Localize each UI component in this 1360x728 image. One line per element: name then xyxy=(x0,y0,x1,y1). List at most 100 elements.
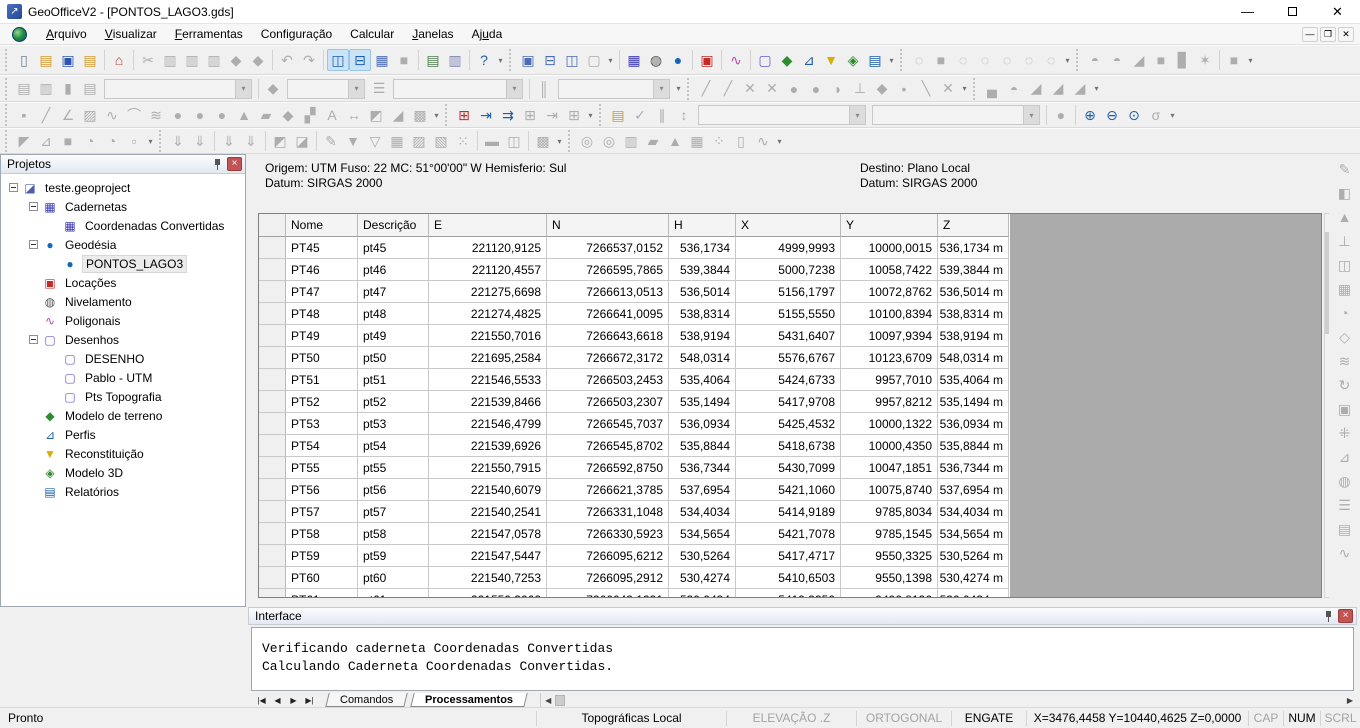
zoom-tool-icon[interactable]: ◌ xyxy=(952,49,974,71)
format-brush-icon[interactable]: ◆ xyxy=(247,49,269,71)
filter-add-icon[interactable]: ▼ xyxy=(342,130,364,152)
dropdown-arrow-icon[interactable]: ▾ xyxy=(145,130,156,152)
hscroll-right-icon[interactable]: ▶ xyxy=(1343,696,1357,705)
window-icon[interactable]: ◫ xyxy=(503,130,525,152)
side-wave-icon[interactable]: ≋ xyxy=(1334,350,1356,372)
duplicate-icon[interactable]: ▥ xyxy=(203,49,225,71)
draw-rectangle-icon[interactable]: ▰ xyxy=(255,104,277,126)
paste-icon[interactable]: ▥ xyxy=(181,49,203,71)
open-project-icon[interactable]: ▤ xyxy=(35,49,57,71)
shp-import-icon[interactable]: ⇓ xyxy=(167,130,189,152)
draw-polyline-icon[interactable]: ∿ xyxy=(101,104,123,126)
menu-item-calcular[interactable]: Calcular xyxy=(341,25,403,44)
redo-icon[interactable]: ↷ xyxy=(298,49,320,71)
ref-add-icon[interactable]: ⊞ xyxy=(563,104,585,126)
tab-nav-icon-2[interactable]: ▶ xyxy=(286,696,301,705)
lineweight-icon[interactable]: ║ xyxy=(533,78,555,100)
xy-add-icon[interactable]: ⊞ xyxy=(519,104,541,126)
draw-slope-icon[interactable]: ◢ xyxy=(387,104,409,126)
status-ortogonal-toggle[interactable]: ORTOGONAL xyxy=(856,711,951,726)
tile-horizontal-icon[interactable]: ⊟ xyxy=(539,49,561,71)
poligonais-icon[interactable]: ∿ xyxy=(725,49,747,71)
side-pencil-icon[interactable]: ✎ xyxy=(1334,158,1356,180)
dropdown-arrow-icon[interactable]: ▾ xyxy=(554,130,565,152)
z-window-icon[interactable]: ◪ xyxy=(291,130,313,152)
delete-icon[interactable]: ◆ xyxy=(225,49,247,71)
row-header-cell[interactable] xyxy=(259,281,286,303)
tab-comandos[interactable]: Comandos xyxy=(325,693,408,707)
row-header-cell[interactable] xyxy=(259,413,286,435)
mdi-minimize-button[interactable]: — xyxy=(1302,27,1318,42)
dropdown-arrow-icon[interactable]: ▾ xyxy=(605,49,616,71)
snap-tool-icon[interactable]: ✕ xyxy=(937,78,959,100)
hscroll-thumb[interactable] xyxy=(555,695,565,706)
toolbar-combobox[interactable]: ▾ xyxy=(393,79,523,99)
mdi-close-button[interactable]: ✕ xyxy=(1338,27,1354,42)
column-header-n[interactable]: N xyxy=(547,214,669,237)
side-target-icon[interactable]: ◍ xyxy=(1334,470,1356,492)
modelo-terreno-icon[interactable]: ◆ xyxy=(776,49,798,71)
tree-item-nivelamento[interactable]: ◍Nivelamento xyxy=(1,292,245,311)
dropdown-arrow-icon[interactable]: ▾ xyxy=(673,78,684,100)
dropdown-arrow-icon[interactable]: ▾ xyxy=(495,49,506,71)
draw-image-icon[interactable]: ◩ xyxy=(365,104,387,126)
sort-updown-icon[interactable]: ↕ xyxy=(673,104,695,126)
draw-hatch-icon[interactable]: ▞ xyxy=(299,104,321,126)
table-row-pt60[interactable]: PT60pt60221540,72537266095,2912530,42745… xyxy=(259,567,1010,589)
column-header-y[interactable]: Y xyxy=(841,214,938,237)
cascade-windows-icon[interactable]: ▣ xyxy=(517,49,539,71)
export-rows-icon[interactable]: ⇉ xyxy=(497,104,519,126)
tree-item-relat-rios[interactable]: ▤Relatórios xyxy=(1,482,245,501)
table-row-pt52[interactable]: PT52pt52221539,84667266503,2307535,14945… xyxy=(259,391,1010,413)
cadernetas-icon[interactable]: ▦ xyxy=(623,49,645,71)
notes-icon[interactable]: ▤ xyxy=(607,104,629,126)
layer-tool-icon[interactable]: ▥ xyxy=(35,78,57,100)
snap-tool-icon[interactable]: ✕ xyxy=(739,78,761,100)
relatorios-icon[interactable]: ▤ xyxy=(864,49,886,71)
snap-tool-icon[interactable]: ╲ xyxy=(915,78,937,100)
style-tool-icon[interactable]: ◆ xyxy=(262,78,284,100)
column-header-z[interactable]: Z xyxy=(938,214,1009,237)
tab-nav-icon-1[interactable]: ◀ xyxy=(270,696,285,705)
side-balance-icon[interactable]: ⊥ xyxy=(1334,230,1356,252)
target-tool-icon[interactable]: ◎ xyxy=(598,130,620,152)
save-icon[interactable]: ▣ xyxy=(57,49,79,71)
minimize-button[interactable]: — xyxy=(1225,0,1270,24)
z-window-icon[interactable]: ◩ xyxy=(269,130,291,152)
insert-row-icon[interactable]: ⇥ xyxy=(475,104,497,126)
column-header-nome[interactable]: Nome xyxy=(286,214,358,237)
target-tool-icon[interactable]: ▰ xyxy=(642,130,664,152)
dropdown-arrow-icon[interactable]: ▾ xyxy=(959,78,970,100)
station-tool-icon[interactable]: ◢ xyxy=(1025,78,1047,100)
dropdown-arrow-icon[interactable]: ▾ xyxy=(1062,49,1073,71)
fly-tool-icon[interactable]: ■ xyxy=(57,130,79,152)
menu-item-configuracao[interactable]: Configuração xyxy=(252,25,341,44)
dropdown-arrow-icon[interactable]: ▾ xyxy=(1091,78,1102,100)
dropdown-arrow-icon[interactable]: ▾ xyxy=(1167,104,1178,126)
geodesia-icon[interactable]: ● xyxy=(667,49,689,71)
table-row-pt46[interactable]: PT46pt46221120,45577266595,7865539,38445… xyxy=(259,259,1010,281)
combo-dropdown-icon[interactable]: ▾ xyxy=(506,80,522,98)
home-icon[interactable]: ⌂ xyxy=(108,49,130,71)
layer-tool-icon[interactable]: ▤ xyxy=(79,78,101,100)
shp-export-icon[interactable]: ⇓ xyxy=(218,130,240,152)
row-header-cell[interactable] xyxy=(259,237,286,259)
snap-tool-icon[interactable]: ⊥ xyxy=(849,78,871,100)
reconstituicao-icon[interactable]: ▼ xyxy=(820,49,842,71)
fence-tool-icon[interactable]: ▯ xyxy=(730,130,752,152)
tree-item-loca-es[interactable]: ▣Locações xyxy=(1,273,245,292)
tree-item-teste-geoproject[interactable]: ◪teste.geoproject xyxy=(1,178,245,197)
draw-spline-icon[interactable]: ≋ xyxy=(145,104,167,126)
annotation-icon[interactable]: ■ xyxy=(1223,49,1245,71)
tree-expander-icon[interactable] xyxy=(29,202,38,211)
draw-parallel-icon[interactable]: ▨ xyxy=(79,104,101,126)
column-header-x[interactable]: X xyxy=(736,214,841,237)
side-stack-icon[interactable]: ▤ xyxy=(1334,518,1356,540)
toggle-interface-panel-icon[interactable]: ⊟ xyxy=(349,49,371,71)
table-row-pt48[interactable]: PT48pt48221274,48257266641,0095538,83145… xyxy=(259,303,1010,325)
station-tool-icon[interactable]: ▄ xyxy=(981,78,1003,100)
combo-dropdown-icon[interactable]: ▾ xyxy=(235,80,251,98)
draw-angle-icon[interactable]: ∠ xyxy=(57,104,79,126)
row-header-cell[interactable] xyxy=(259,457,286,479)
table-row-pt49[interactable]: PT49pt49221550,70167266643,6618538,91945… xyxy=(259,325,1010,347)
